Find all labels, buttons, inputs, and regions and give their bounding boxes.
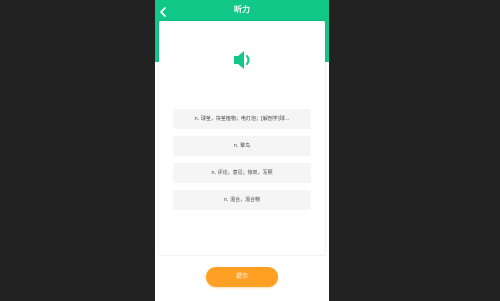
answer-options: n. 球茎，块茎植物；电灯泡；[解剖学]球... n. 擎鸟 n. 评论，意见；…	[173, 109, 311, 217]
hint-button[interactable]: 提示	[206, 267, 278, 287]
speaker-icon[interactable]	[232, 49, 256, 71]
phone-screen: 听力 n. 球茎，块茎植物；电灯泡；[解剖学]球... n. 擎鸟 n. 评论，…	[155, 0, 329, 301]
page-title: 听力	[234, 5, 250, 14]
answer-option-2[interactable]: n. 擎鸟	[173, 136, 311, 156]
top-bar: 听力	[155, 0, 329, 20]
answer-option-4[interactable]: n. 混合，混合物	[173, 190, 311, 210]
question-card: n. 球茎，块茎植物；电灯泡；[解剖学]球... n. 擎鸟 n. 评论，意见；…	[159, 21, 325, 255]
answer-option-3[interactable]: n. 评论，意见；惊叹，写照	[173, 163, 311, 183]
answer-option-1[interactable]: n. 球茎，块茎植物；电灯泡；[解剖学]球...	[173, 109, 311, 129]
